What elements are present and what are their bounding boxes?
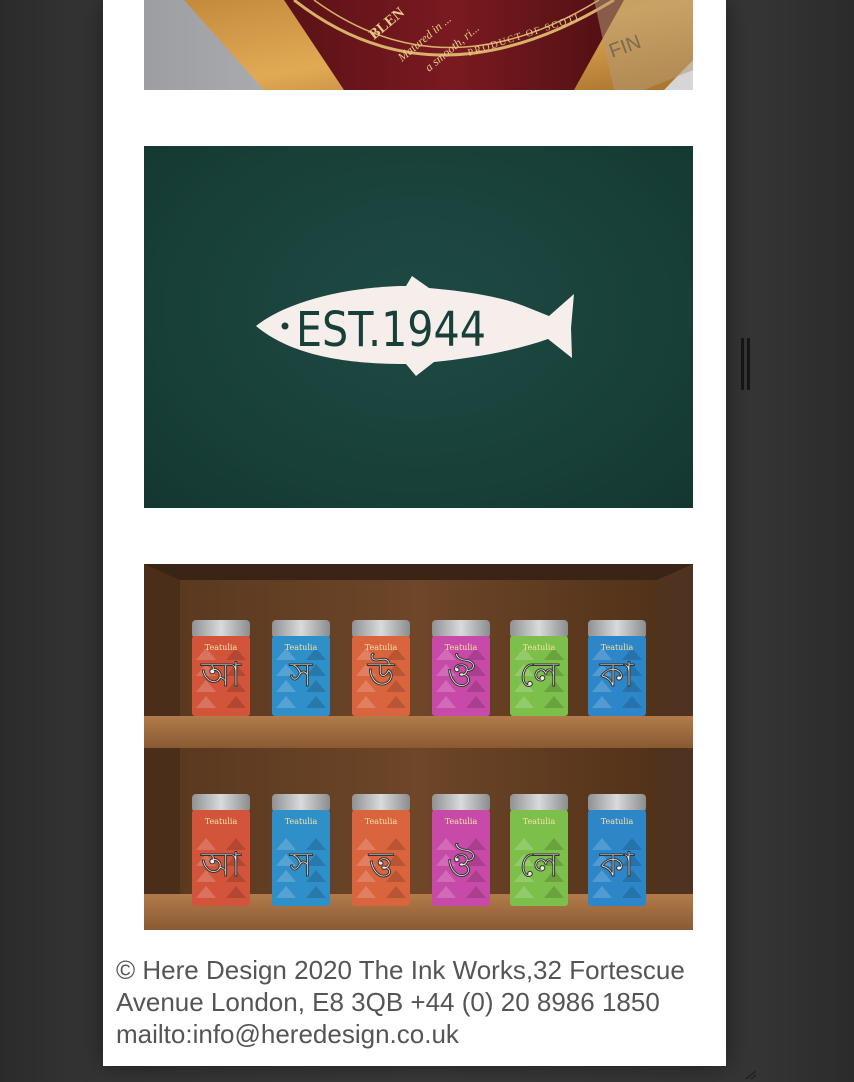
- top-tin-1-glyph: আ: [200, 655, 242, 695]
- bottom-tin-2-brand: Teatulia: [285, 817, 318, 826]
- top-tin-6-glyph: কা: [599, 655, 635, 695]
- top-tin-3-glyph: উ: [367, 653, 395, 695]
- bottom-tin-3-brand: Teatulia: [365, 817, 398, 826]
- bottom-tin-1-glyph: আ: [200, 845, 242, 885]
- bottom-tin-4-glyph: ঔ: [447, 844, 475, 885]
- bottom-tin-4: Teatulia ঔ: [432, 794, 490, 906]
- salmon-logo-icon: EST.1944: [256, 276, 574, 376]
- top-tin-3: Teatuliaউ: [352, 620, 410, 716]
- top-tin-5: Teatulia লে: [510, 620, 568, 716]
- top-tin-2-brand: Teatulia: [285, 643, 318, 652]
- bottom-tin-6: Teatulia কা: [588, 794, 646, 906]
- whisky-bottle-image[interactable]: BLEN Matured in ... a smooth, ri... PROD…: [144, 0, 693, 90]
- top-tin-2: Teatulia স: [272, 620, 330, 716]
- top-tin-4-brand: Teatulia: [445, 643, 478, 652]
- fish-logo-text: EST.1944: [296, 302, 486, 358]
- top-tin-4: Teatulia ঔ: [432, 620, 490, 716]
- footer-contact-text: © Here Design 2020 The Ink Works,32 Fort…: [116, 955, 685, 1049]
- bottom-tin-3: Teatulia ত্ত: [352, 794, 410, 906]
- scroll-handle[interactable]: [741, 338, 751, 390]
- top-tin-1: Teatulia আ: [192, 620, 250, 716]
- bottom-tin-1: Teatulia আ: [192, 794, 250, 906]
- fish-logo-image[interactable]: EST.1944: [144, 146, 693, 508]
- top-tin-5-glyph: লে: [519, 655, 559, 695]
- middle-shelf: [144, 716, 693, 748]
- bottom-tin-5: Teatulia লে: [510, 794, 568, 906]
- bottom-tin-6-glyph: কা: [599, 845, 635, 885]
- bottom-tin-6-brand: Teatulia: [601, 817, 634, 826]
- content-panel: BLEN Matured in ... a smooth, ri... PROD…: [103, 0, 726, 1066]
- bottom-tin-2-glyph: স: [289, 845, 313, 885]
- bottom-tin-5-brand: Teatulia: [523, 817, 556, 826]
- top-tin-3-brand: Teatulia: [365, 643, 398, 652]
- top-tin-5-brand: Teatulia: [523, 643, 556, 652]
- tea-tins-image[interactable]: Teatulia আ Teatulia স Teatulia উ Teatulia ঔ Teat…: [144, 564, 693, 930]
- top-tin-4-glyph: ঔ: [447, 654, 475, 695]
- top-tin-6: Teatulia কা: [588, 620, 646, 716]
- top-tin-6-brand: Teatulia: [601, 643, 634, 652]
- bottom-tin-3-glyph: ত্ত: [368, 845, 394, 885]
- bottom-tin-5-glyph: লে: [519, 845, 559, 885]
- resize-grip-icon[interactable]: [744, 1070, 758, 1080]
- bottom-tin-1-brand: Teatulia: [205, 817, 238, 826]
- top-tin-2-glyph: স: [289, 655, 313, 695]
- top-tin-1-brand: Teatulia: [205, 643, 238, 652]
- bottom-tin-2: Teatulia স: [272, 794, 330, 906]
- bottom-tin-4-brand: Teatulia: [445, 817, 478, 826]
